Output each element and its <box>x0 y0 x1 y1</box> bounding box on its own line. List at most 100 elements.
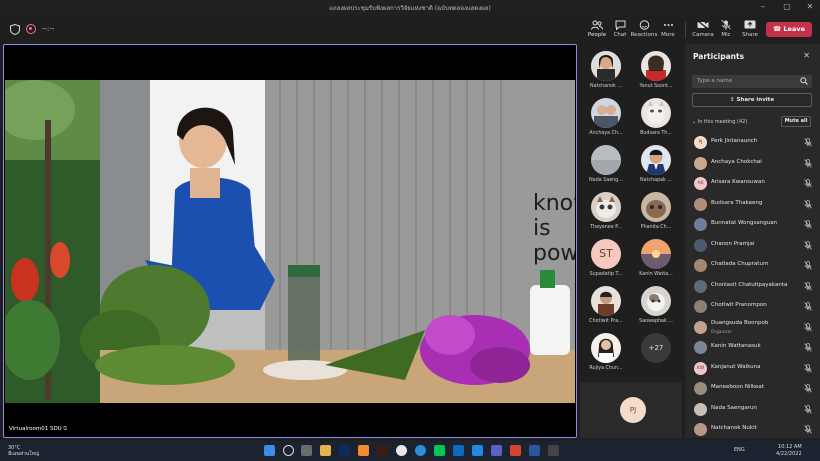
photoshop-icon[interactable] <box>339 445 350 456</box>
participant-avatar <box>694 423 707 436</box>
meeting-toolbar: --:-- People Chat Reactions More Camera … <box>0 16 820 48</box>
recording-icon <box>26 24 36 34</box>
leave-label: Leave <box>783 25 805 33</box>
teams-icon[interactable] <box>491 445 502 456</box>
tile-name: Natchanok ... <box>590 84 622 89</box>
gallery-tile[interactable]: Natchanok ... <box>581 47 631 95</box>
tile-name: Saowaphak ... <box>639 319 673 324</box>
system-tray[interactable]: ENG <box>734 447 745 453</box>
gallery-tile[interactable]: Chotiwit Pra... <box>581 282 631 330</box>
mic-off-icon <box>804 240 812 249</box>
participant-row[interactable]: Chatlada Chupratum <box>685 256 820 277</box>
outlook-icon[interactable] <box>453 445 464 456</box>
participant-row[interactable]: AK Arisara Kwansuwan <box>685 174 820 195</box>
gallery-tile[interactable]: ST Supadatip T... <box>581 235 631 283</box>
in-meeting-header[interactable]: ⌄ In this meeting (42) <box>692 119 747 125</box>
mute-all-button[interactable]: Mute all <box>781 116 811 127</box>
leave-button[interactable]: ☎ Leave <box>766 22 812 37</box>
share-button[interactable]: Share <box>735 20 765 46</box>
share-label: Share <box>742 32 758 38</box>
file-explorer-icon[interactable] <box>320 445 331 456</box>
close-window-button[interactable]: ✕ <box>800 2 820 14</box>
participant-row[interactable]: Natchanok Nukit <box>685 420 820 441</box>
participant-name: Duangsuda Boonpob <box>711 319 769 326</box>
participant-row[interactable]: Anchaya Chokchai <box>685 154 820 175</box>
participant-row[interactable]: Nada Saengarun <box>685 400 820 421</box>
video-frame-image: know is pow <box>5 80 575 403</box>
weather-desc: มีเมฆส่วนใหญ่ <box>8 451 40 457</box>
participant-name: Chotiwit Pranompon <box>711 302 767 308</box>
close-panel-icon[interactable]: ✕ <box>803 51 810 60</box>
participant-role: Organizer <box>711 329 733 335</box>
participant-row[interactable]: KW Kanjanut Waikuna <box>685 359 820 380</box>
participant-name: Chonlasit Chatutipayakanta <box>711 281 788 288</box>
share-tray-icon <box>744 20 756 29</box>
illustrator-icon[interactable] <box>377 445 388 456</box>
edge-icon[interactable] <box>415 445 426 456</box>
gallery-tile[interactable]: Kanin Watta... <box>631 235 681 283</box>
tile-name: Thayanee P... <box>590 225 622 230</box>
search-placeholder: Type a name <box>697 78 733 84</box>
tile-name: Kanin Watta... <box>639 272 673 277</box>
gallery-tile[interactable]: Yanut Soont... <box>631 47 681 95</box>
tile-name: Natchapak ... <box>640 178 672 183</box>
app-icon[interactable] <box>510 445 521 456</box>
clock-date: 4/22/2022 <box>776 450 802 457</box>
participant-row[interactable]: Maneeboon Nilkeat <box>685 379 820 400</box>
powerpoint-icon[interactable] <box>358 445 369 456</box>
more-participants-tile[interactable]: +27 <box>631 329 681 377</box>
search-icon[interactable] <box>283 445 294 456</box>
chrome-icon[interactable] <box>396 445 407 456</box>
participant-row[interactable]: Duangsuda Boonpob Organizer <box>685 318 820 339</box>
participant-row[interactable]: Chotiwit Pranompon <box>685 297 820 318</box>
avatar <box>591 286 621 316</box>
gallery-tile[interactable]: Budsara Th... <box>631 94 681 142</box>
search-icon <box>800 77 808 85</box>
main-video-stage[interactable]: know is pow Virtualroom01 SDU ⍉ <box>3 44 577 438</box>
participant-avatar <box>694 279 707 293</box>
participant-row[interactable]: Bunnatat Wongsanguan <box>685 215 820 236</box>
zoom-icon[interactable] <box>472 445 483 456</box>
mic-off-icon <box>804 158 812 167</box>
mic-off-icon <box>804 404 812 413</box>
gallery-tile[interactable]: Saowaphak ... <box>631 282 681 330</box>
share-invite-button[interactable]: ⇪ Share invite <box>692 93 812 107</box>
more-count: +27 <box>641 333 671 363</box>
toolbar-divider <box>685 22 686 38</box>
participant-name: Nada Saengarun <box>711 404 757 411</box>
participant-avatar <box>694 300 707 313</box>
self-video-tile[interactable]: PJ <box>580 382 682 438</box>
start-icon[interactable] <box>264 445 275 456</box>
mic-off-icon <box>804 281 812 290</box>
avatar <box>591 51 621 81</box>
line-icon[interactable] <box>434 445 445 456</box>
participant-row[interactable]: PJ Perk Jintanaunch <box>685 133 820 154</box>
gallery-tile[interactable]: Phanita Ch... <box>631 188 681 236</box>
minimize-button[interactable]: – <box>753 2 773 14</box>
search-input[interactable]: Type a name <box>692 75 812 88</box>
participant-row[interactable]: Budsara Thakaeng <box>685 195 820 216</box>
task-view-icon[interactable] <box>301 445 312 456</box>
app-window-icon[interactable] <box>548 445 559 456</box>
participant-row[interactable]: Chonlasit Chatutipayakanta <box>685 277 820 298</box>
more-button[interactable]: More <box>653 20 683 46</box>
gallery-tile[interactable]: Thayanee P... <box>581 188 631 236</box>
people-icon <box>591 20 603 30</box>
gallery-tile[interactable]: Nada Saeng... <box>581 141 631 189</box>
maximize-button[interactable]: ▢ <box>777 2 797 14</box>
tile-name: Nada Saeng... <box>589 178 623 183</box>
weather-widget[interactable]: 30°C มีเมฆส่วนใหญ่ <box>8 445 39 457</box>
participant-name: Anchaya Chokchai <box>711 158 762 165</box>
taskbar-clock[interactable]: 10:12 AM 4/22/2022 <box>776 444 802 457</box>
participant-name: Maneeboon Nilkeat <box>711 384 764 390</box>
participant-row[interactable]: Kanin Wattanasuk <box>685 338 820 359</box>
gallery-tile[interactable]: Natchapak ... <box>631 141 681 189</box>
participant-avatar: AK <box>694 177 707 190</box>
gallery-tile[interactable]: Rujiya Chun... <box>581 329 631 377</box>
mic-off-icon <box>721 20 731 30</box>
tile-name: Supadatip T... <box>589 272 623 277</box>
gallery-tile[interactable]: Anchaya Ch... <box>581 94 631 142</box>
word-icon[interactable] <box>529 445 540 456</box>
participant-avatar <box>694 218 707 231</box>
participant-row[interactable]: Chanon Pramjai <box>685 236 820 257</box>
